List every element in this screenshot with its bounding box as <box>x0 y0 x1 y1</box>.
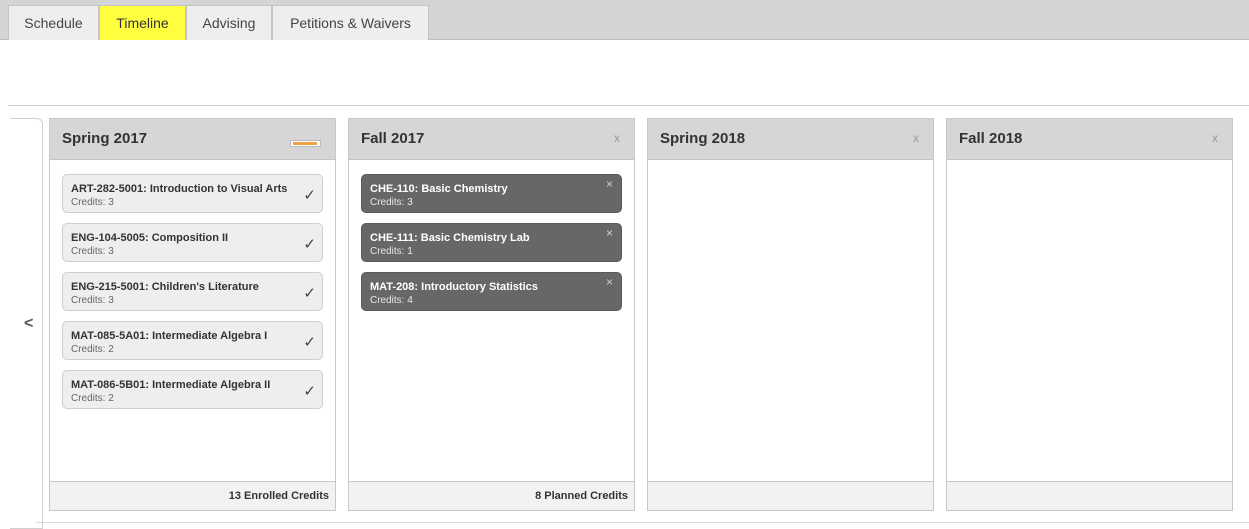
course-card[interactable]: ENG-215-5001: Children's Literature Cred… <box>62 272 323 311</box>
term-footer: 8 Planned Credits <box>349 481 634 510</box>
course-credits: Credits: 3 <box>71 295 114 306</box>
credits-total: 8 Planned Credits <box>535 490 628 502</box>
course-name: MAT-086-5B01: Intermediate Algebra II <box>71 379 271 391</box>
course-name: ENG-215-5001: Children's Literature <box>71 281 259 293</box>
remove-course-icon[interactable]: × <box>606 275 613 289</box>
tab-schedule[interactable]: Schedule <box>8 5 99 40</box>
term-spring-2018: Spring 2018 x <box>647 118 934 511</box>
course-name: MAT-208: Introductory Statistics <box>370 281 538 293</box>
checkmark-icon: ✓ <box>303 285 316 302</box>
remove-term-icon[interactable]: x <box>913 131 919 145</box>
course-credits: Credits: 4 <box>370 295 413 306</box>
remove-course-icon[interactable]: × <box>606 226 613 240</box>
tab-advising[interactable]: Advising <box>186 5 272 40</box>
divider <box>36 522 1249 523</box>
remove-course-icon[interactable]: × <box>606 177 613 191</box>
course-card[interactable]: CHE-110: Basic Chemistry Credits: 3 × <box>361 174 622 213</box>
checkmark-icon: ✓ <box>303 236 316 253</box>
tab-petitions-waivers[interactable]: Petitions & Waivers <box>272 5 429 40</box>
course-credits: Credits: 2 <box>71 393 114 404</box>
divider <box>8 105 1249 106</box>
term-footer <box>648 481 933 510</box>
term-header: Fall 2018 x <box>947 119 1232 160</box>
course-card[interactable]: MAT-208: Introductory Statistics Credits… <box>361 272 622 311</box>
term-title: Spring 2017 <box>62 130 148 147</box>
course-credits: Credits: 1 <box>370 246 413 257</box>
course-card[interactable]: CHE-111: Basic Chemistry Lab Credits: 1 … <box>361 223 622 262</box>
course-card[interactable]: ART-282-5001: Introduction to Visual Art… <box>62 174 323 213</box>
course-card[interactable]: MAT-085-5A01: Intermediate Algebra I Cre… <box>62 321 323 360</box>
course-card[interactable]: MAT-086-5B01: Intermediate Algebra II Cr… <box>62 370 323 409</box>
checkmark-icon: ✓ <box>303 187 316 204</box>
course-credits: Credits: 3 <box>71 197 114 208</box>
course-name: ENG-104-5005: Composition II <box>71 232 229 244</box>
term-header: Spring 2018 x <box>648 119 933 160</box>
checkmark-icon: ✓ <box>303 383 316 400</box>
course-card[interactable]: ENG-104-5005: Composition II Credits: 3 … <box>62 223 323 262</box>
course-name: CHE-111: Basic Chemistry Lab <box>370 232 530 244</box>
credit-progress-bar <box>290 140 321 147</box>
course-credits: Credits: 3 <box>71 246 114 257</box>
course-name: CHE-110: Basic Chemistry <box>370 183 508 195</box>
credits-total: 13 Enrolled Credits <box>228 490 329 502</box>
term-fall-2017: Fall 2017 x CHE-110: Basic Chemistry Cre… <box>348 118 635 511</box>
course-name: ART-282-5001: Introduction to Visual Art… <box>71 183 288 195</box>
term-title: Spring 2018 <box>660 130 746 147</box>
term-title: Fall 2018 <box>959 130 1023 147</box>
term-fall-2018: Fall 2018 x <box>946 118 1233 511</box>
tab-bar: Schedule Timeline Advising Petitions & W… <box>0 0 1249 40</box>
checkmark-icon: ✓ <box>303 334 316 351</box>
term-footer <box>947 481 1232 510</box>
tab-timeline[interactable]: Timeline <box>99 5 186 40</box>
term-header: Spring 2017 <box>50 119 335 160</box>
course-list: CHE-110: Basic Chemistry Credits: 3 × CH… <box>361 174 622 321</box>
credit-progress-fill <box>293 142 317 145</box>
term-footer: 13 Enrolled Credits <box>50 481 335 510</box>
course-credits: Credits: 3 <box>370 197 413 208</box>
term-spring-2017: Spring 2017 ART-282-5001: Introduction t… <box>49 118 336 511</box>
remove-term-icon[interactable]: x <box>614 131 620 145</box>
term-header: Fall 2017 x <box>349 119 634 160</box>
course-list: ART-282-5001: Introduction to Visual Art… <box>62 174 323 419</box>
previous-terms-button[interactable]: < <box>10 118 43 529</box>
chevron-left-icon: < <box>24 315 34 332</box>
course-name: MAT-085-5A01: Intermediate Algebra I <box>71 330 268 342</box>
remove-term-icon[interactable]: x <box>1212 131 1218 145</box>
term-title: Fall 2017 <box>361 130 425 147</box>
course-credits: Credits: 2 <box>71 344 114 355</box>
